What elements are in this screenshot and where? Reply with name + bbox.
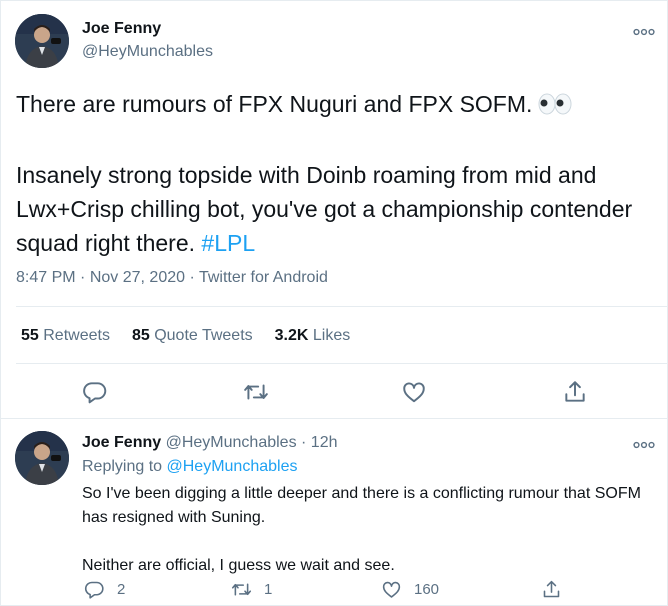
reply-like-button[interactable]: 160 [381,578,439,600]
reply-reply-count: 2 [117,580,126,598]
quotes-label: Quote Tweets [154,327,253,344]
reply-share-button[interactable] [541,578,574,600]
reply-paragraph-1: So I've been digging a little deeper and… [82,485,641,526]
author-handle[interactable]: @HeyMunchables [82,43,213,61]
avatar-photo-icon [15,431,69,485]
replying-to: Replying to @HeyMunchables [82,458,297,476]
reply-avatar[interactable] [15,431,69,485]
likes-label: Likes [312,327,351,344]
retweets-count: 55 [21,327,39,344]
tweet-stats: 55 Retweets 85 Quote Tweets 3.2K Likes [21,327,372,345]
reply-text: So I've been digging a little deeper and… [82,482,652,578]
retweet-icon [231,582,252,596]
tweet-client[interactable]: Twitter for Android [199,269,328,286]
divider [16,306,668,307]
tweet-paragraph-2: Insanely strong topside with Doinb roami… [16,162,633,256]
quote-tweets-stat[interactable]: 85 Quote Tweets [132,327,253,345]
share-icon [543,580,560,597]
reply-author-name[interactable]: Joe Fenny [82,434,161,451]
reply-separator: · [301,434,307,451]
reply-icon [84,581,104,599]
reply-header: Joe Fenny @HeyMunchables · 12h [82,434,338,452]
quotes-count: 85 [131,327,150,344]
replying-prefix: Replying to [82,458,163,475]
reply-paragraph-2: Neither are official, I guess we wait an… [82,557,395,574]
tweet-text: There are rumours of FPX Nuguri and FPX … [16,87,656,260]
reply-more-options-icon[interactable] [633,437,655,449]
reply-like-count: 160 [414,580,440,598]
reply-author-handle[interactable]: @HeyMunchables [166,434,297,451]
reply-age[interactable]: 12h [311,434,338,451]
meta-separator: · [80,269,86,286]
avatar-photo-icon [15,14,69,68]
replying-mention[interactable]: @HeyMunchables [167,458,298,475]
reply-retweet-count: 1 [264,580,273,598]
author-name[interactable]: Joe Fenny [82,20,161,38]
tweet-meta: 8:47 PM · Nov 27, 2020 · Twitter for And… [16,269,328,287]
reply-reply-button[interactable]: 2 [84,578,125,600]
retweets-stat[interactable]: 55 Retweets [21,327,110,345]
tweet-time[interactable]: 8:47 PM [16,269,76,286]
tweet-paragraph-1: There are rumours of FPX Nuguri and FPX … [16,91,533,117]
avatar[interactable] [15,14,69,68]
more-options-icon[interactable] [633,24,655,36]
reply-retweet-button[interactable]: 1 [231,578,272,600]
retweets-label: Retweets [43,327,110,344]
likes-stat[interactable]: 3.2K Likes [275,327,351,345]
tweet-separator [1,418,668,419]
like-icon [382,581,401,598]
share-icon[interactable] [562,379,588,405]
tweet-date[interactable]: Nov 27, 2020 [90,269,185,286]
divider [16,363,668,364]
reply-icon[interactable] [82,379,108,405]
hashtag-link[interactable]: #LPL [201,230,255,256]
likes-count: 3.2K [274,327,309,344]
like-icon[interactable] [401,379,427,405]
eyes-emoji-icon [538,90,572,124]
retweet-icon[interactable] [243,379,269,405]
meta-separator: · [189,269,195,286]
tweet-thread: Joe Fenny @HeyMunchables There are rumou… [0,0,668,606]
